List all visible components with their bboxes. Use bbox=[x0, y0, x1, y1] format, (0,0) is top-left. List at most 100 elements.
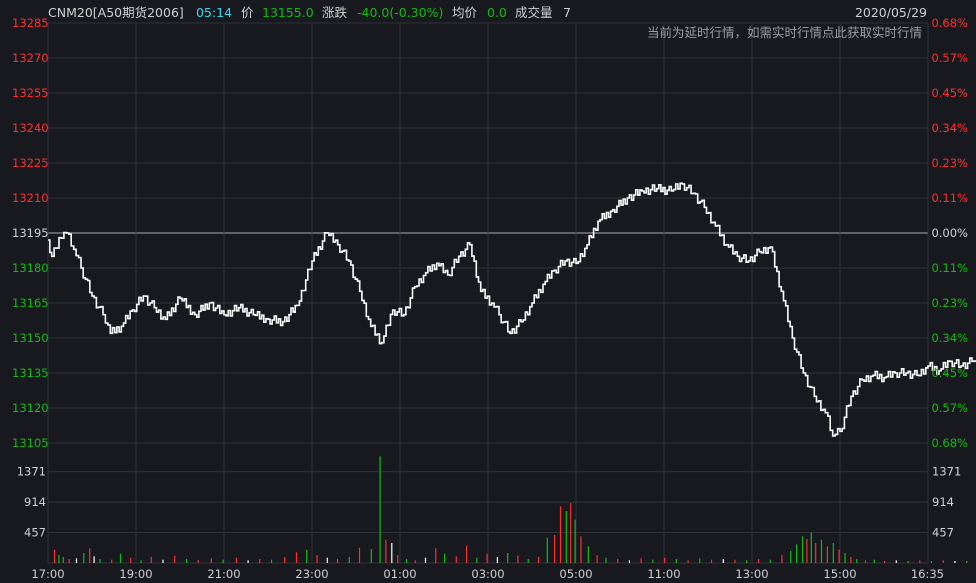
volume-bar bbox=[259, 559, 261, 563]
volume-bar bbox=[617, 559, 619, 563]
volume-tick-label-right: 457 bbox=[932, 526, 954, 540]
volume-bar bbox=[455, 556, 457, 563]
price-tick-label: 13165 bbox=[12, 296, 49, 310]
volume-bar bbox=[130, 557, 132, 563]
time-tick-label: 13:00 bbox=[735, 567, 768, 581]
price-tick-label: 13240 bbox=[12, 121, 49, 135]
volume-bar bbox=[75, 558, 78, 563]
volume-bar bbox=[235, 557, 237, 563]
volume-bar bbox=[476, 557, 478, 563]
volume-bar bbox=[966, 561, 968, 563]
volume-bar bbox=[919, 560, 921, 563]
volume-bar bbox=[99, 559, 101, 563]
time-tick-label: 03:00 bbox=[471, 567, 504, 581]
volume-bar bbox=[832, 543, 834, 563]
symbol-label: CNM20[A50期货2006] bbox=[48, 5, 184, 20]
time-tick-label: 17:00 bbox=[31, 567, 64, 581]
volume-bar bbox=[907, 561, 909, 563]
volume-bar bbox=[675, 559, 677, 563]
volume-bar bbox=[873, 559, 875, 563]
volume-bar bbox=[628, 560, 630, 563]
volume-bar bbox=[801, 536, 804, 563]
volume-bar bbox=[687, 560, 689, 563]
percent-axis: 0.68% 0.57% 0.45% 0.34% 0.23% 0.11% 0.00% 0.11%… bbox=[931, 16, 968, 450]
volume-bar bbox=[185, 559, 188, 563]
volume-bar bbox=[850, 557, 852, 563]
avg-value: 0.0 bbox=[487, 5, 507, 20]
volume-bar bbox=[746, 560, 748, 563]
volume-bar bbox=[587, 546, 589, 563]
volume-bar bbox=[326, 557, 328, 563]
volume-bar bbox=[466, 545, 468, 563]
price-tick-label: 13285 bbox=[12, 16, 49, 30]
time-value: 05:14 bbox=[196, 5, 232, 20]
percent-tick-label: 0.45% bbox=[931, 86, 968, 100]
price-tick-label: 13255 bbox=[12, 86, 49, 100]
volume-bar bbox=[391, 543, 393, 563]
volume-bar bbox=[370, 549, 372, 563]
volume-bar bbox=[162, 559, 164, 563]
time-tick-label: 23:00 bbox=[295, 567, 328, 581]
volume-bar bbox=[954, 561, 956, 563]
volume-bar bbox=[58, 555, 60, 563]
price-tick-label: 13195 bbox=[12, 226, 49, 240]
volume-bar bbox=[796, 544, 798, 563]
volume-bar bbox=[546, 537, 548, 563]
volume-bar bbox=[517, 555, 519, 563]
volume-bar bbox=[574, 519, 576, 563]
price-tick-label: 13225 bbox=[12, 156, 49, 170]
volume-bar bbox=[826, 546, 828, 563]
volume-bar bbox=[414, 560, 416, 563]
volume-bar bbox=[580, 536, 582, 563]
volume-bar bbox=[222, 559, 224, 563]
volume-bar bbox=[652, 559, 654, 563]
percent-tick-label: 0.57% bbox=[931, 401, 968, 415]
volume-tick-label: 1371 bbox=[17, 465, 46, 479]
price-tick-label: 13150 bbox=[12, 331, 49, 345]
percent-tick-label: 0.23% bbox=[931, 156, 968, 170]
price-tick-label: 13270 bbox=[12, 51, 49, 65]
volume-bar bbox=[722, 559, 724, 563]
volume-bar bbox=[397, 555, 399, 563]
volume-bar bbox=[710, 559, 713, 563]
volume-bar bbox=[942, 560, 944, 563]
time-tick-label: 21:00 bbox=[207, 567, 240, 581]
price-line bbox=[48, 182, 976, 437]
price-value: 13155.0 bbox=[262, 5, 314, 20]
volume-bar bbox=[559, 506, 562, 563]
volume-tick-label-right: 914 bbox=[932, 495, 954, 509]
volume-bar bbox=[379, 456, 381, 563]
volume-bar bbox=[197, 560, 199, 563]
volume-bar bbox=[150, 557, 152, 563]
volume-bar bbox=[815, 543, 817, 563]
price-tick-label: 13180 bbox=[12, 261, 49, 275]
date-label: 2020/05/29 bbox=[855, 5, 927, 20]
avg-label: 均价 bbox=[452, 5, 478, 20]
volume-label: 成交量 bbox=[515, 5, 553, 20]
volume-bar bbox=[856, 559, 858, 563]
volume-bar bbox=[884, 561, 886, 563]
volume-bar bbox=[838, 549, 840, 563]
volume-value: 7 bbox=[563, 5, 571, 20]
volume-bar bbox=[89, 548, 91, 563]
volume-bar bbox=[781, 555, 783, 563]
volume-bar bbox=[554, 535, 556, 563]
percent-tick-label: 0.11% bbox=[931, 261, 968, 275]
volume-bar bbox=[68, 559, 70, 563]
percent-tick-label: 0.34% bbox=[931, 331, 968, 345]
volume-bar bbox=[83, 553, 85, 563]
percent-tick-label: 0.45% bbox=[931, 366, 968, 380]
volume-tick-label: 914 bbox=[24, 495, 46, 509]
volume-bar bbox=[769, 559, 771, 563]
volume-bar bbox=[507, 553, 509, 563]
timeshare-chart: CNM20[A50期货2006] 05:14 价 13155.0 涨跌 -40.… bbox=[12, 5, 976, 581]
volume-bar bbox=[336, 559, 339, 563]
percent-tick-label: 0.68% bbox=[931, 436, 968, 450]
price-tick-label: 13120 bbox=[12, 401, 49, 415]
volume-bar bbox=[62, 557, 64, 563]
volume-bar bbox=[210, 558, 212, 563]
volume-bar bbox=[111, 559, 113, 563]
volume-bar bbox=[844, 553, 846, 563]
time-tick-label: 05:00 bbox=[559, 567, 592, 581]
delay-notice-link[interactable]: 当前为延时行情，如需实时行情点此获取实时行情 bbox=[647, 25, 922, 40]
